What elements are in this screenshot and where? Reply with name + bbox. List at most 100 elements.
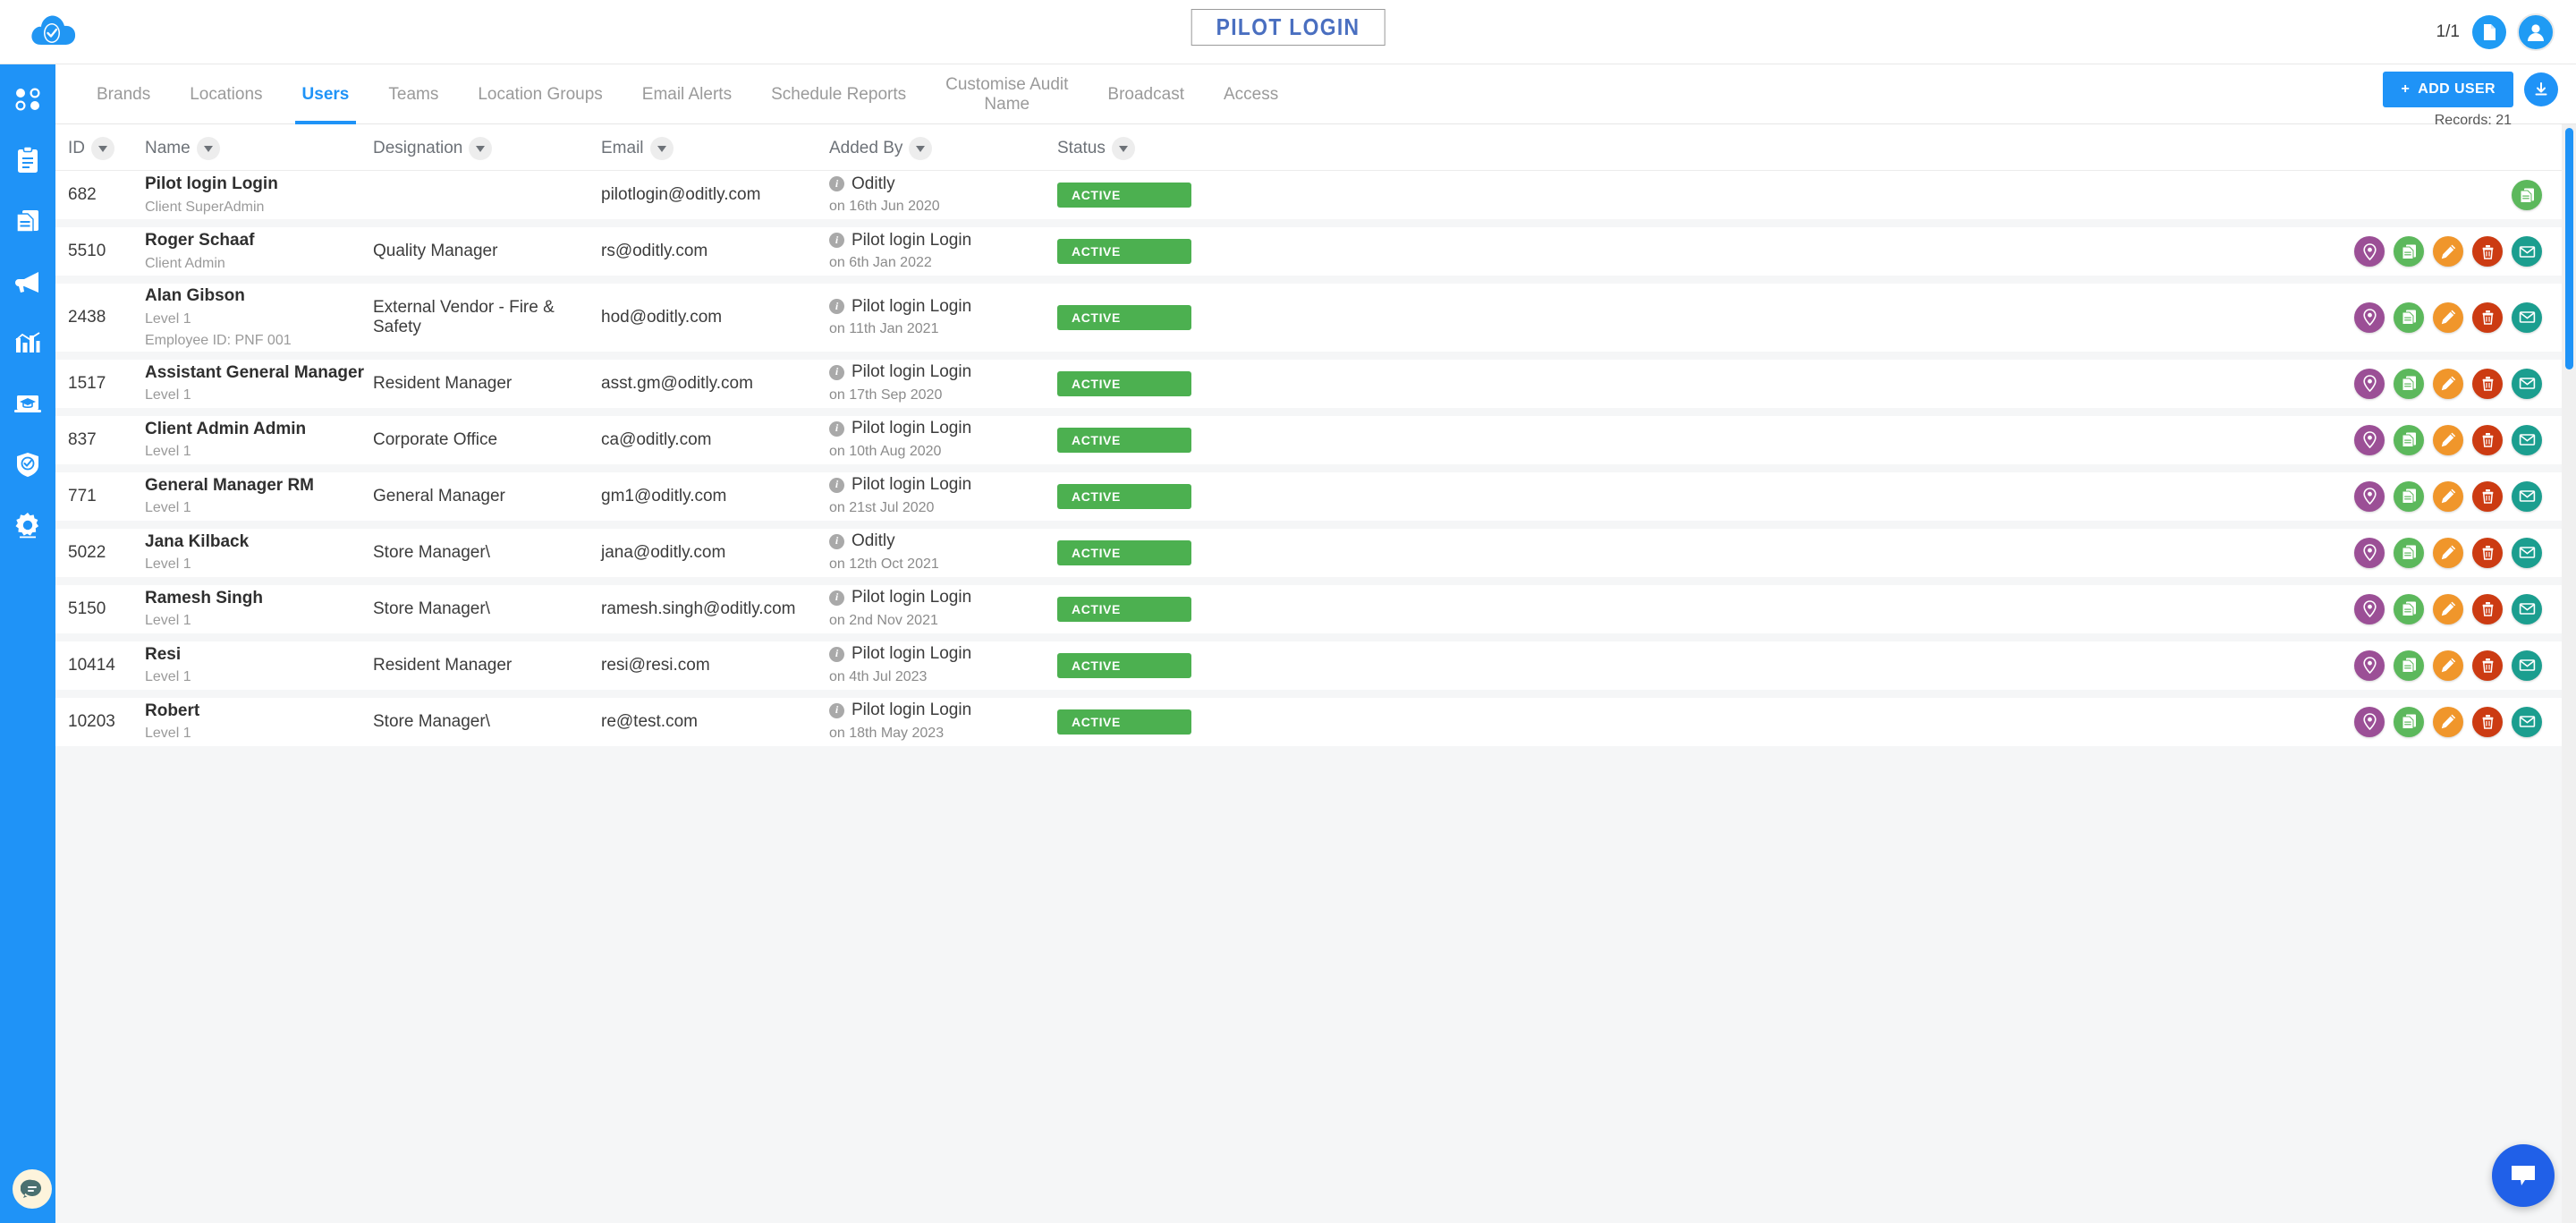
location-pin-icon[interactable] bbox=[2354, 537, 2385, 568]
sidebar-item-audits[interactable] bbox=[13, 145, 43, 175]
chevron-down-icon[interactable] bbox=[649, 137, 674, 160]
info-icon[interactable]: i bbox=[829, 233, 844, 249]
document-icon[interactable] bbox=[2394, 480, 2424, 512]
email-envelope-icon[interactable] bbox=[2512, 302, 2542, 333]
tab-location-groups[interactable]: Location Groups bbox=[458, 64, 622, 124]
table-row[interactable]: 5510 Roger Schaaf Client Admin Quality Mana… bbox=[55, 227, 2562, 276]
info-icon[interactable]: i bbox=[829, 590, 844, 606]
info-icon[interactable]: i bbox=[829, 298, 844, 314]
info-icon[interactable]: i bbox=[829, 420, 844, 437]
column-header-added-by[interactable]: Added By bbox=[829, 137, 1057, 160]
delete-trash-icon[interactable] bbox=[2472, 236, 2503, 267]
edit-pencil-icon[interactable] bbox=[2433, 302, 2463, 333]
column-header-id[interactable]: ID bbox=[68, 137, 145, 160]
location-pin-icon[interactable] bbox=[2354, 302, 2385, 333]
document-icon[interactable] bbox=[2394, 706, 2424, 737]
sidebar-item-reports[interactable] bbox=[13, 206, 43, 236]
chevron-down-icon[interactable] bbox=[909, 137, 933, 160]
table-row[interactable]: 10414 Resi Level 1 Resident Manager resi@res… bbox=[55, 641, 2562, 690]
table-row[interactable]: 5150 Ramesh Singh Level 1 Store Manager\ ram… bbox=[55, 584, 2562, 633]
download-icon[interactable] bbox=[2524, 72, 2558, 106]
table-row[interactable]: 1517 Assistant General Manager Level 1 Resi… bbox=[55, 359, 2562, 408]
document-icon[interactable] bbox=[2394, 368, 2424, 399]
tab-customise-audit-name[interactable]: Customise Audit Name bbox=[926, 64, 1088, 124]
edit-pencil-icon[interactable] bbox=[2433, 424, 2463, 455]
edit-pencil-icon[interactable] bbox=[2433, 593, 2463, 624]
info-icon[interactable]: i bbox=[829, 364, 844, 380]
location-pin-icon[interactable] bbox=[2354, 706, 2385, 737]
tab-access[interactable]: Access bbox=[1204, 64, 1298, 124]
delete-trash-icon[interactable] bbox=[2472, 368, 2503, 399]
location-pin-icon[interactable] bbox=[2354, 480, 2385, 512]
info-icon[interactable]: i bbox=[829, 702, 844, 718]
document-icon[interactable] bbox=[2394, 302, 2424, 333]
table-row[interactable]: 10203 Robert Level 1 Store Manager\ re@test.… bbox=[55, 697, 2562, 746]
tab-teams[interactable]: Teams bbox=[369, 64, 458, 124]
email-envelope-icon[interactable] bbox=[2512, 650, 2542, 681]
document-icon[interactable] bbox=[2394, 537, 2424, 568]
delete-trash-icon[interactable] bbox=[2472, 302, 2503, 333]
table-row[interactable]: 5022 Jana Kilback Level 1 Store Manager\ jan… bbox=[55, 528, 2562, 577]
location-pin-icon[interactable] bbox=[2354, 650, 2385, 681]
chevron-down-icon[interactable] bbox=[469, 137, 493, 160]
delete-trash-icon[interactable] bbox=[2472, 424, 2503, 455]
chevron-down-icon[interactable] bbox=[1111, 137, 1135, 160]
column-header-status[interactable]: Status bbox=[1057, 137, 1191, 160]
edit-pencil-icon[interactable] bbox=[2433, 537, 2463, 568]
sidebar-item-dashboard[interactable] bbox=[13, 84, 43, 115]
tab-brands[interactable]: Brands bbox=[77, 64, 170, 124]
delete-trash-icon[interactable] bbox=[2472, 650, 2503, 681]
info-icon[interactable]: i bbox=[829, 533, 844, 549]
edit-pencil-icon[interactable] bbox=[2433, 480, 2463, 512]
email-envelope-icon[interactable] bbox=[2512, 236, 2542, 267]
scrollbar-thumb[interactable] bbox=[2565, 128, 2573, 369]
column-header-email[interactable]: Email bbox=[601, 137, 829, 160]
email-envelope-icon[interactable] bbox=[2512, 537, 2542, 568]
delete-trash-icon[interactable] bbox=[2472, 480, 2503, 512]
info-icon[interactable]: i bbox=[829, 176, 844, 192]
sidebar-item-learning[interactable] bbox=[13, 388, 43, 419]
edit-pencil-icon[interactable] bbox=[2433, 236, 2463, 267]
tab-schedule-reports[interactable]: Schedule Reports bbox=[751, 64, 926, 124]
chat-bubble-icon[interactable] bbox=[13, 1169, 52, 1209]
edit-pencil-icon[interactable] bbox=[2433, 368, 2463, 399]
sidebar-item-analytics[interactable] bbox=[13, 327, 43, 358]
tab-locations[interactable]: Locations bbox=[170, 64, 282, 124]
info-icon[interactable]: i bbox=[829, 646, 844, 662]
table-row[interactable]: 682 Pilot login Login Client SuperAdmin pil… bbox=[55, 171, 2562, 219]
tab-broadcast[interactable]: Broadcast bbox=[1088, 64, 1204, 124]
info-icon[interactable]: i bbox=[829, 477, 844, 493]
chevron-down-icon[interactable] bbox=[91, 137, 114, 160]
document-icon[interactable] bbox=[2394, 650, 2424, 681]
table-row[interactable]: 837 Client Admin Admin Level 1 Corporate Of… bbox=[55, 415, 2562, 464]
email-envelope-icon[interactable] bbox=[2512, 593, 2542, 624]
vertical-scrollbar[interactable] bbox=[2562, 124, 2576, 1223]
add-user-button[interactable]: + ADD USER bbox=[2383, 72, 2513, 107]
email-envelope-icon[interactable] bbox=[2512, 706, 2542, 737]
table-row[interactable]: 771 General Manager RM Level 1 General Mana… bbox=[55, 471, 2562, 521]
cloud-check-icon[interactable] bbox=[29, 9, 79, 54]
location-pin-icon[interactable] bbox=[2354, 593, 2385, 624]
table-row[interactable]: 2438 Alan Gibson Level 1 Employee ID: PNF 0… bbox=[55, 284, 2562, 352]
sidebar-item-broadcast[interactable] bbox=[13, 267, 43, 297]
chat-widget-button[interactable] bbox=[2492, 1144, 2555, 1207]
column-header-name[interactable]: Name bbox=[145, 137, 373, 160]
email-envelope-icon[interactable] bbox=[2512, 424, 2542, 455]
edit-pencil-icon[interactable] bbox=[2433, 650, 2463, 681]
user-avatar-icon[interactable] bbox=[2517, 13, 2555, 51]
email-envelope-icon[interactable] bbox=[2512, 368, 2542, 399]
tab-users[interactable]: Users bbox=[283, 64, 369, 124]
location-pin-icon[interactable] bbox=[2354, 236, 2385, 267]
delete-trash-icon[interactable] bbox=[2472, 537, 2503, 568]
delete-trash-icon[interactable] bbox=[2472, 706, 2503, 737]
document-icon[interactable] bbox=[2394, 236, 2424, 267]
sidebar-item-compliance[interactable] bbox=[13, 449, 43, 480]
sidebar-item-settings[interactable] bbox=[13, 510, 43, 540]
chevron-down-icon[interactable] bbox=[196, 137, 220, 160]
document-icon[interactable] bbox=[2394, 593, 2424, 624]
location-pin-icon[interactable] bbox=[2354, 424, 2385, 455]
location-pin-icon[interactable] bbox=[2354, 368, 2385, 399]
document-icon[interactable] bbox=[2512, 180, 2542, 210]
document-icon[interactable] bbox=[2472, 15, 2506, 49]
column-header-designation[interactable]: Designation bbox=[373, 137, 601, 160]
